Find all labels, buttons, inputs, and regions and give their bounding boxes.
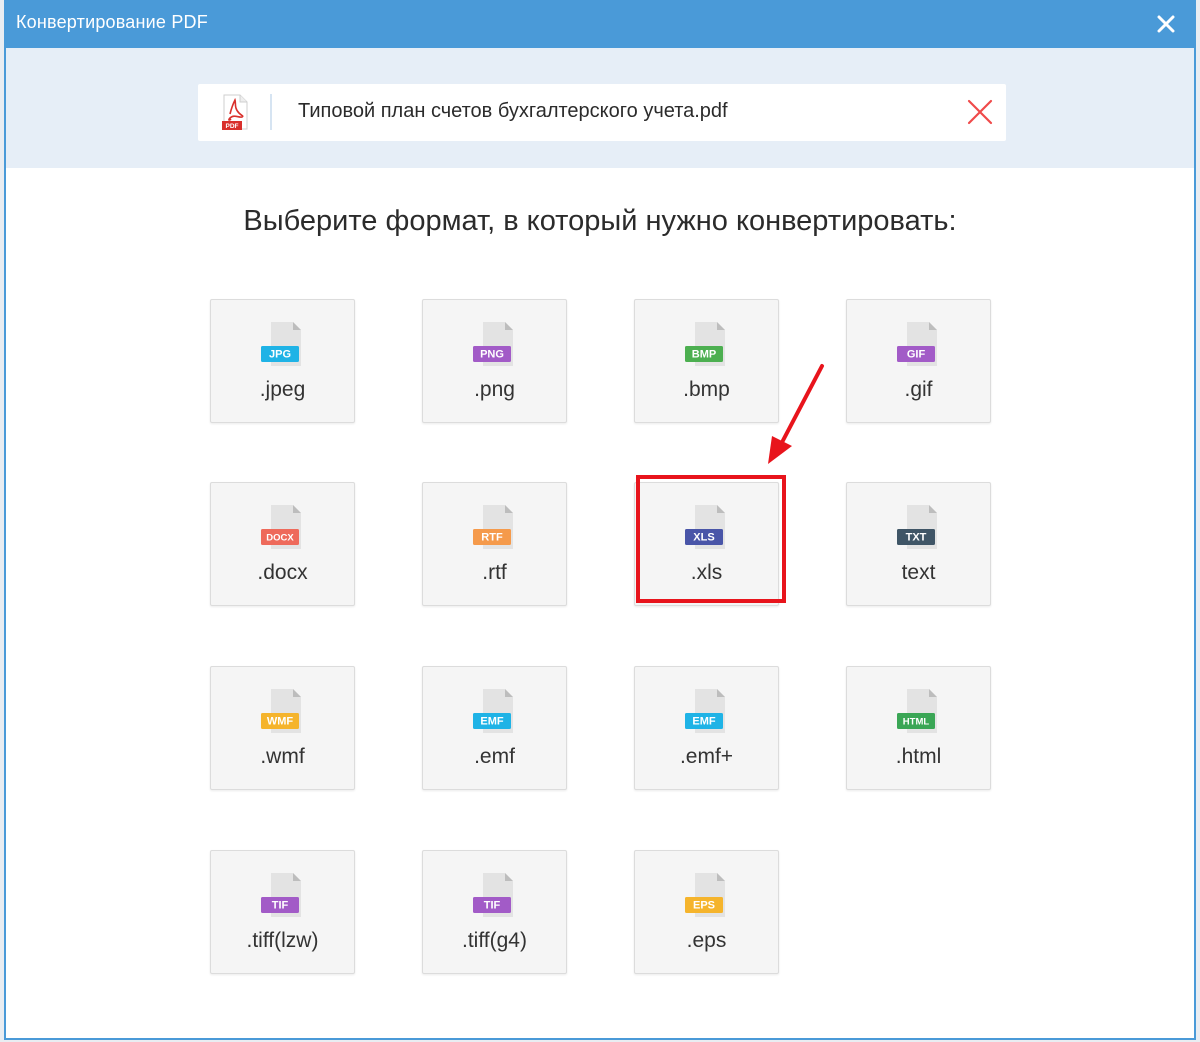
format-tile-text[interactable]: TXT text — [846, 482, 991, 606]
file-format-icon: GIF — [897, 322, 937, 366]
file-format-icon: EMF — [473, 689, 513, 733]
file-format-icon: PNG — [473, 322, 513, 366]
format-tile-html[interactable]: HTML .html — [846, 666, 991, 790]
format-badge-text: PNG — [480, 349, 504, 361]
format-label: .rtf — [482, 561, 507, 584]
format-label: .tiff(lzw) — [246, 929, 319, 952]
format-label: .bmp — [683, 378, 730, 401]
remove-file-icon — [967, 99, 993, 125]
selected-file-bar: PDF Типовой план счетов бухгалтерского у… — [198, 84, 1006, 141]
pdf-file-icon: PDF — [222, 94, 248, 130]
format-tile-jpeg[interactable]: JPG .jpeg — [210, 299, 355, 423]
format-badge-text: BMP — [692, 349, 716, 361]
file-format-icon: TIF — [261, 873, 301, 917]
format-label: .eps — [686, 929, 727, 952]
format-tile-eps[interactable]: EPS .eps — [634, 850, 779, 974]
format-badge-text: TXT — [906, 532, 927, 544]
format-label: .docx — [257, 561, 308, 584]
file-format-icon: JPG — [261, 322, 301, 366]
format-badge-text: TIF — [484, 900, 501, 912]
format-badge-text: GIF — [907, 349, 926, 361]
format-badge-text: HTML — [903, 717, 930, 728]
format-badge-text: TIF — [272, 900, 289, 912]
format-badge-text: WMF — [267, 716, 294, 728]
title-bar: Конвертирование PDF — [6, 0, 1194, 48]
file-separator — [270, 94, 272, 130]
format-label: .xls — [690, 561, 723, 584]
format-label: .emf — [474, 745, 515, 768]
close-icon — [1157, 15, 1175, 33]
pdf-badge-text: PDF — [226, 123, 239, 130]
file-format-icon: WMF — [261, 689, 301, 733]
file-format-icon: EMF — [685, 689, 725, 733]
format-label: .wmf — [260, 745, 305, 768]
file-format-icon: TIF — [473, 873, 513, 917]
format-prompt-heading: Выберите формат, в который нужно конверт… — [243, 205, 957, 237]
format-badge-text: DOCX — [266, 533, 294, 544]
format-label: text — [901, 561, 936, 584]
file-format-icon: HTML — [897, 689, 937, 733]
file-name: Типовой план счетов бухгалтерского учета… — [298, 100, 728, 122]
format-tile-rtf[interactable]: RTF .rtf — [422, 482, 567, 606]
file-format-icon: DOCX — [261, 505, 301, 549]
file-format-icon: RTF — [473, 505, 513, 549]
format-label: .jpeg — [259, 378, 306, 401]
format-badge-text: RTF — [481, 532, 503, 544]
format-tile-tiff-lzw[interactable]: TIF .tiff(lzw) — [210, 850, 355, 974]
close-button[interactable] — [1150, 8, 1182, 40]
format-badge-text: EMF — [692, 716, 716, 728]
window-title: Конвертирование PDF — [16, 12, 208, 32]
format-label: .html — [895, 745, 942, 768]
convert-dialog: Конвертирование PDF PDF Типовой план сче… — [4, 0, 1196, 1040]
format-tile-png[interactable]: PNG .png — [422, 299, 567, 423]
format-label: .png — [474, 378, 515, 401]
format-label: .gif — [904, 378, 933, 401]
format-badge-text: EPS — [693, 900, 715, 912]
format-tile-wmf[interactable]: WMF .wmf — [210, 666, 355, 790]
file-area: PDF Типовой план счетов бухгалтерского у… — [6, 48, 1194, 168]
format-badge-text: EMF — [480, 716, 504, 728]
remove-file-button[interactable] — [962, 94, 998, 130]
format-tile-gif[interactable]: GIF .gif — [846, 299, 991, 423]
file-format-icon: BMP — [685, 322, 725, 366]
format-tile-bmp[interactable]: BMP .bmp — [634, 299, 779, 423]
format-tile-emf[interactable]: EMF .emf+ — [634, 666, 779, 790]
format-tile-tiff-g4[interactable]: TIF .tiff(g4) — [422, 850, 567, 974]
format-tile-xls[interactable]: XLS .xls — [634, 482, 779, 606]
format-label: .emf+ — [679, 745, 734, 768]
format-label: .tiff(g4) — [462, 929, 527, 952]
file-format-icon: XLS — [685, 505, 725, 549]
file-format-icon: TXT — [897, 505, 937, 549]
file-format-icon: EPS — [685, 873, 725, 917]
format-tile-docx[interactable]: DOCX .docx — [210, 482, 355, 606]
format-tile-emf[interactable]: EMF .emf — [422, 666, 567, 790]
format-badge-text: XLS — [693, 532, 714, 544]
format-badge-text: JPG — [269, 349, 291, 361]
